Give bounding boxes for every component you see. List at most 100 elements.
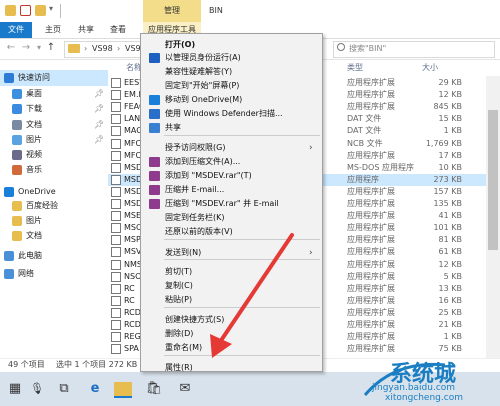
folder-icon <box>12 231 22 241</box>
breadcrumb-vs98[interactable]: VS98 <box>92 41 113 56</box>
file-icon <box>111 90 121 101</box>
file-size: 10 KB <box>438 162 462 172</box>
nav-item[interactable]: 音乐 <box>0 162 108 178</box>
desktop-icon <box>12 89 22 99</box>
new-folder-quick-icon[interactable] <box>35 5 46 16</box>
context-menu-item[interactable]: 使用 Windows Defender扫描... <box>141 107 322 121</box>
pin-icon: 📌︎ <box>94 135 105 144</box>
context-menu-label: 添加到压缩文件(A)... <box>165 157 241 166</box>
context-menu-item[interactable]: 压缩并 E-mail... <box>141 183 322 197</box>
context-menu-item[interactable]: 添加到压缩文件(A)... <box>141 155 322 169</box>
file-size: 15 KB <box>438 114 462 124</box>
context-menu-label: 共享 <box>165 123 181 132</box>
folder-icon <box>12 216 22 226</box>
context-menu-item[interactable]: 兼容性疑难解答(Y) <box>141 65 322 79</box>
up-arrow-icon[interactable]: ↑ <box>44 41 58 55</box>
music-icon <box>12 165 22 175</box>
file-explorer-icon[interactable] <box>114 382 132 398</box>
quick-access-dropdown-icon[interactable]: ▾ <box>49 4 53 13</box>
search-icon[interactable]: 🎙︎ <box>28 380 46 398</box>
nav-item-label: 图片 <box>26 216 42 225</box>
file-size: 273 KB <box>433 174 462 184</box>
file-size: 5 KB <box>443 271 462 281</box>
file-icon <box>111 320 121 330</box>
file-type: 应用程序扩展 <box>347 332 395 342</box>
task-view-icon[interactable]: ⧉ <box>55 380 73 398</box>
context-menu-item[interactable]: 打开(O) <box>141 38 322 52</box>
column-header-size[interactable]: 大小 <box>422 62 438 74</box>
folder-icon <box>12 201 22 211</box>
file-icon <box>111 174 121 185</box>
manage-context-tab[interactable]: 管理 <box>143 0 201 22</box>
file-type: DAT 文件 <box>347 114 382 124</box>
shield-icon <box>149 53 160 63</box>
file-size: 1,769 KB <box>425 138 462 148</box>
file-size: 12 KB <box>438 90 462 100</box>
picture-icon <box>12 135 22 145</box>
network-icon <box>4 269 14 279</box>
file-icon <box>111 344 121 355</box>
watermark-url: jingyan.baidu.com <box>372 383 456 393</box>
nav-item-label: 音乐 <box>26 165 42 174</box>
window-title: BIN <box>209 6 223 15</box>
nav-item-label: 下载 <box>26 104 42 113</box>
nav-item[interactable]: 图片 📌︎ <box>0 132 108 148</box>
onedrive-icon <box>149 95 160 105</box>
file-icon <box>111 295 121 306</box>
title-separator <box>60 4 61 18</box>
file-type: 应用程序扩展 <box>347 247 395 257</box>
file-type: 应用程序扩展 <box>347 150 395 160</box>
winrar-icon <box>149 199 160 209</box>
file-size: 1 KB <box>443 332 462 342</box>
folder-quick-icon[interactable] <box>5 5 16 16</box>
start-icon[interactable]: ▦ <box>6 380 24 398</box>
nav-item[interactable]: 文档 <box>0 228 108 244</box>
file-type: 应用程序扩展 <box>347 235 395 245</box>
file-type: 应用程序扩展 <box>347 90 395 100</box>
tab-share[interactable]: 共享 <box>78 22 94 38</box>
tab-file[interactable]: 文件 <box>0 22 32 38</box>
title-bar <box>0 0 500 22</box>
nav-item[interactable]: 下载 📌︎ <box>0 101 108 117</box>
context-menu-item[interactable]: 授予访问权限(G) › <box>141 141 322 155</box>
forward-arrow-icon[interactable]: → <box>19 41 33 55</box>
properties-quick-icon[interactable] <box>20 5 31 16</box>
mail-icon[interactable]: ✉ <box>176 380 194 398</box>
search-icon <box>337 43 345 51</box>
nav-item[interactable]: 桌面 📌︎ <box>0 86 108 102</box>
nav-item[interactable]: 此电脑 <box>0 248 108 264</box>
store-icon[interactable]: 🛍︎ <box>145 380 163 398</box>
nav-item[interactable]: 图片 <box>0 213 108 229</box>
column-header-type[interactable]: 类型 <box>347 62 363 74</box>
file-size: 21 KB <box>438 320 462 329</box>
back-arrow-icon[interactable]: ← <box>4 41 18 55</box>
context-menu-item[interactable]: 以管理员身份运行(A) <box>141 51 322 65</box>
tab-home[interactable]: 主页 <box>45 22 61 38</box>
nav-item[interactable]: 文档 📌︎ <box>0 117 108 133</box>
file-icon <box>111 307 121 318</box>
nav-item[interactable]: 快速访问 <box>0 70 108 86</box>
submenu-arrow-icon: › <box>309 143 313 153</box>
file-name: SPA <box>124 344 139 354</box>
file-size: 29 KB <box>438 78 462 87</box>
nav-item[interactable]: 网络 <box>0 266 108 282</box>
scrollbar-thumb[interactable] <box>488 110 498 250</box>
tab-view[interactable]: 查看 <box>110 22 126 38</box>
file-type: 应用程序扩展 <box>347 259 395 269</box>
file-icon <box>111 259 121 270</box>
context-menu-item[interactable]: 移动到 OneDrive(M) <box>141 93 322 107</box>
file-icon <box>111 186 121 197</box>
context-menu-item[interactable]: 固定到任务栏(K) <box>141 211 322 225</box>
defender-icon <box>149 109 160 119</box>
file-size: 61 KB <box>438 247 462 257</box>
context-menu-item[interactable]: 固定到"开始"屏幕(P) <box>141 79 322 93</box>
edge-icon[interactable]: e <box>86 380 104 398</box>
context-menu-label: 以管理员身份运行(A) <box>165 53 241 62</box>
nav-item[interactable]: 百度经验 <box>0 198 108 214</box>
context-menu-item[interactable]: 添加到 "MSDEV.rar"(T) <box>141 169 322 183</box>
nav-item[interactable]: 视频 <box>0 147 108 163</box>
context-menu-item[interactable]: 压缩到 "MSDEV.rar" 并 E-mail <box>141 197 322 211</box>
context-menu-item[interactable]: 共享 <box>141 121 322 135</box>
folder-icon <box>68 44 80 53</box>
onedrive-icon <box>4 187 14 197</box>
